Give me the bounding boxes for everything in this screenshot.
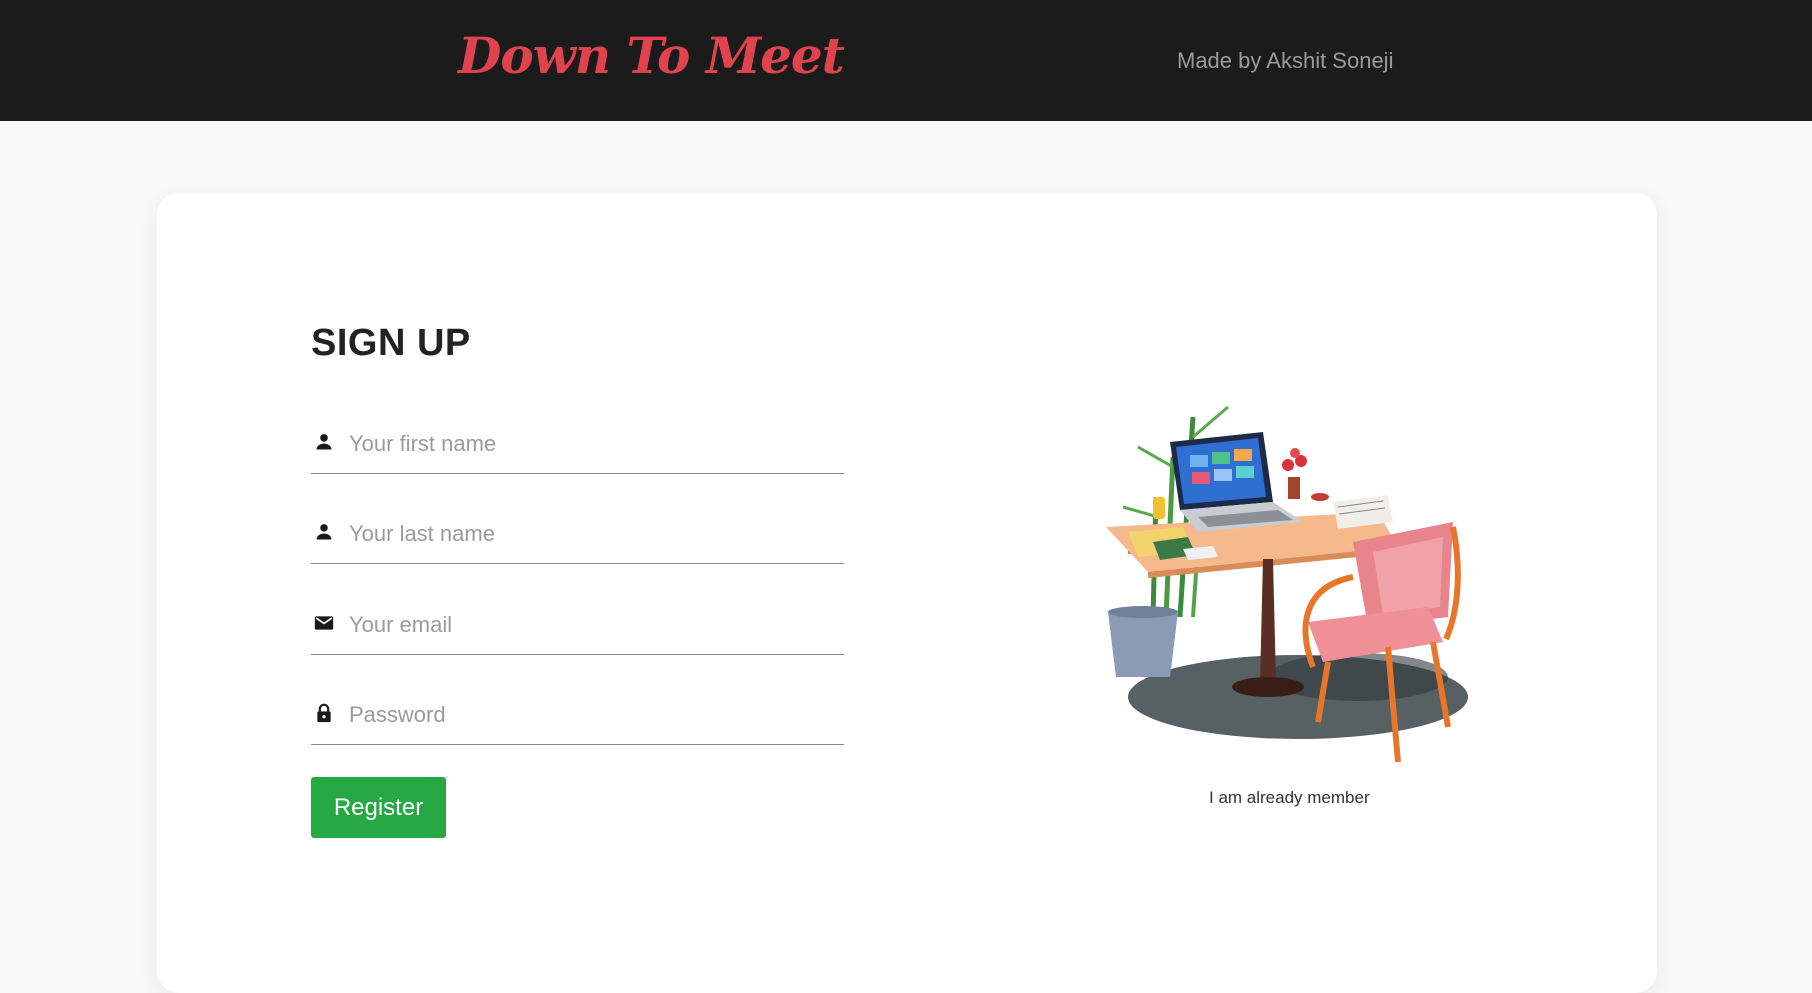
page-title: SIGN UP <box>311 322 471 364</box>
already-member-link[interactable]: I am already member <box>1209 788 1370 808</box>
mail-icon <box>314 613 334 633</box>
last-name-input[interactable] <box>349 516 829 552</box>
first-name-field <box>311 412 844 474</box>
navbar: Down To Meet Made by Akshit Soneji <box>0 0 1812 121</box>
register-button[interactable]: Register <box>311 777 446 838</box>
person-icon <box>314 522 334 542</box>
desk-illustration <box>1098 377 1478 767</box>
lock-icon <box>314 703 334 723</box>
person-icon <box>314 432 334 452</box>
brand-logo[interactable]: Down To Meet <box>458 26 845 85</box>
first-name-input[interactable] <box>349 426 829 462</box>
email-field <box>311 593 844 655</box>
password-field <box>311 683 844 745</box>
author-credit-link[interactable]: Made by Akshit Soneji <box>1177 48 1393 74</box>
email-input[interactable] <box>349 607 829 643</box>
last-name-field <box>311 502 844 564</box>
password-input[interactable] <box>349 697 829 733</box>
